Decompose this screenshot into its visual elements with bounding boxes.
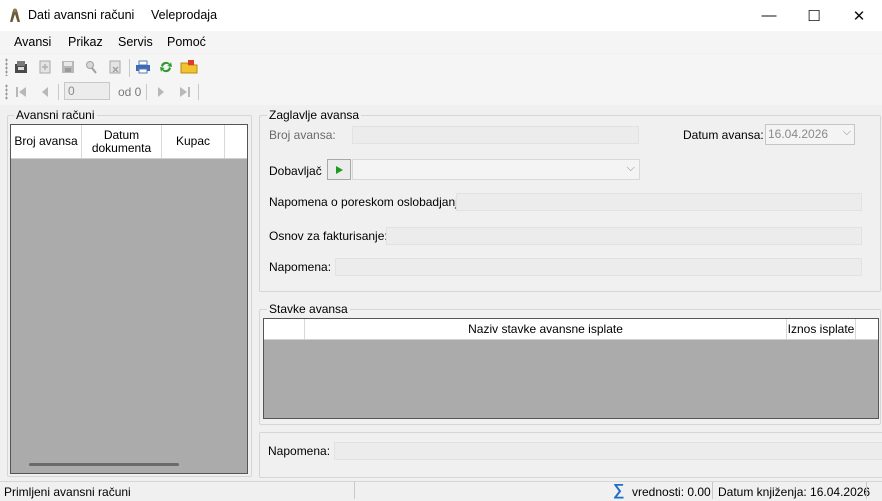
- status-separator: [354, 482, 355, 499]
- close-icon: ✕: [852, 7, 866, 25]
- record-count-label: od 0: [118, 85, 142, 99]
- first-record-button[interactable]: [12, 83, 30, 101]
- zaglavlje-title: Zaglavlje avansa: [267, 108, 362, 122]
- column-header-datum[interactable]: Datum dokumenta: [82, 125, 162, 158]
- previous-record-icon: [42, 87, 48, 97]
- broj-avansa-label: Broj avansa:: [269, 128, 336, 142]
- close-button[interactable]: ✕: [836, 0, 882, 31]
- horizontal-scrollbar[interactable]: [29, 463, 179, 466]
- dobavljac-label: Dobavljač: [269, 164, 322, 178]
- app-icon: [7, 7, 23, 23]
- dobavljac-lookup-button[interactable]: [327, 159, 351, 180]
- sum-icon: ∑: [613, 482, 625, 499]
- napomena-poresko-field[interactable]: [456, 193, 862, 211]
- chevron-down-icon: ⌵: [842, 126, 851, 138]
- toolbar-grip: [5, 58, 8, 76]
- napomena-header-field[interactable]: [335, 258, 862, 276]
- napomena-poresko-label: Napomena o poreskom oslobadjanju:: [269, 195, 468, 209]
- next-record-button[interactable]: [152, 83, 170, 101]
- datum-avansa-label: Datum avansa:: [683, 128, 764, 142]
- main-toolbar: [0, 54, 882, 81]
- row-header-cell: [264, 319, 305, 339]
- avansi-grid-header: Broj avansa Datum dokumenta Kupac: [11, 125, 247, 159]
- play-icon: [336, 165, 343, 174]
- refresh-icon[interactable]: [157, 58, 175, 76]
- next-record-icon: [158, 87, 164, 97]
- osnov-label: Osnov za fakturisanje:: [269, 229, 388, 243]
- navigator-grip: [5, 84, 8, 100]
- status-separator: [712, 482, 713, 499]
- osnov-field[interactable]: [386, 227, 862, 245]
- first-record-icon: [16, 87, 26, 97]
- window-subtitle: Veleprodaja: [151, 8, 218, 22]
- add-icon[interactable]: [36, 58, 54, 76]
- navigator-separator: [198, 84, 199, 100]
- maximize-icon: ☐: [807, 7, 821, 25]
- chevron-down-icon: ⌵: [626, 162, 635, 174]
- napomena-bottom-field[interactable]: [334, 442, 882, 460]
- avansi-list-title: Avansni računi: [14, 108, 97, 122]
- datum-avansa-picker[interactable]: 16.04.2026 ⌵: [765, 124, 855, 145]
- column-header-naziv[interactable]: Naziv stavke avansne isplate: [305, 319, 787, 339]
- napomena-header-label: Napomena:: [269, 260, 332, 274]
- menu-servis[interactable]: Servis: [118, 35, 153, 49]
- last-record-icon: [180, 87, 190, 97]
- search-icon[interactable]: [82, 58, 100, 76]
- status-datum-knjizenja: Datum knjiženja: 16.04.2026: [718, 485, 871, 499]
- stavke-title: Stavke avansa: [267, 302, 350, 316]
- column-header-iznos[interactable]: Iznos isplate: [787, 319, 856, 339]
- menu-pomoc[interactable]: Pomoć: [167, 35, 206, 49]
- last-record-button[interactable]: [176, 83, 194, 101]
- delete-icon[interactable]: [106, 58, 124, 76]
- open-folder-icon[interactable]: [180, 58, 198, 76]
- position-input[interactable]: [64, 82, 110, 100]
- avansi-grid[interactable]: Broj avansa Datum dokumenta Kupac: [10, 124, 248, 474]
- stavke-grid-header: Naziv stavke avansne isplate Iznos ispla…: [264, 319, 878, 340]
- column-header-kupac[interactable]: Kupac: [162, 125, 225, 158]
- save-icon[interactable]: [59, 58, 77, 76]
- broj-avansa-field[interactable]: [352, 126, 639, 144]
- datum-avansa-value: 16.04.2026: [768, 127, 829, 141]
- maximize-button[interactable]: ☐: [791, 0, 837, 31]
- new-record-icon[interactable]: [12, 58, 30, 76]
- status-separator: [866, 482, 867, 499]
- dobavljac-combobox[interactable]: ⌵: [352, 159, 640, 180]
- navigator-separator: [146, 84, 147, 100]
- menu-avansi[interactable]: Avansi: [14, 35, 51, 49]
- menu-prikaz[interactable]: Prikaz: [68, 35, 103, 49]
- toolbar-separator: [129, 59, 130, 77]
- print-icon[interactable]: [134, 58, 152, 76]
- status-module-label: Primljeni avansni računi: [4, 485, 131, 499]
- minimize-icon: —: [761, 7, 777, 24]
- navigator-separator: [58, 84, 59, 100]
- napomena-bottom-label: Napomena:: [268, 444, 331, 458]
- column-header-broj[interactable]: Broj avansa: [11, 125, 82, 158]
- previous-record-button[interactable]: [36, 83, 54, 101]
- window-title: Dati avansni računi: [28, 8, 135, 22]
- minimize-button[interactable]: —: [746, 0, 792, 31]
- stavke-grid[interactable]: Naziv stavke avansne isplate Iznos ispla…: [263, 318, 879, 419]
- status-vrednosti: vrednosti: 0.00: [632, 485, 711, 499]
